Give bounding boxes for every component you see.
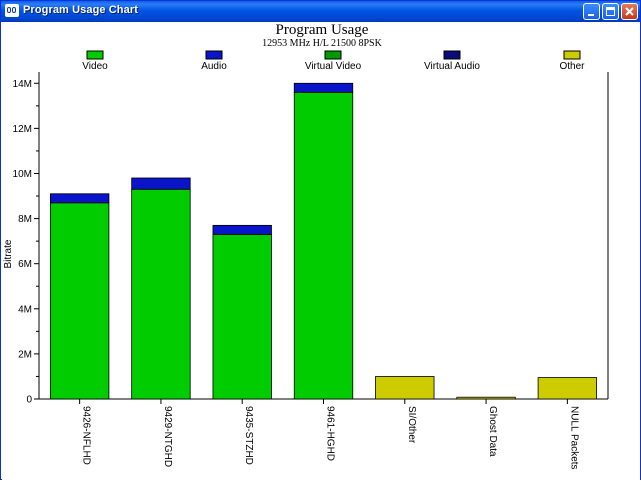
legend-label-virtual-audio: Virtual Audio — [424, 61, 480, 72]
legend-swatch-virtual-video — [324, 50, 342, 60]
title-bar[interactable]: Program Usage Chart — [1, 1, 640, 22]
chart-title: Program Usage — [276, 22, 369, 38]
bar-video — [212, 233, 272, 400]
bar-other — [537, 377, 598, 400]
x-tick-label: NULL Packets — [568, 406, 579, 470]
bar-video — [49, 202, 110, 400]
plot-area: 0 2M 4M 6M 8M 10M 12M 14M 9426-NFLHD 9429-NTGHD 94… — [13, 72, 609, 470]
maximize-button[interactable] — [602, 3, 619, 20]
chart-window: Program Usage Chart Program Usage 12953 … — [0, 0, 641, 480]
minimize-button[interactable] — [583, 3, 600, 20]
y-tick-label: 2M — [18, 349, 32, 360]
legend: Video Audio Virtual Video Virtual Audio Othe… — [82, 50, 585, 72]
minimize-icon — [588, 14, 594, 16]
x-tick-label: SI/Other — [406, 406, 417, 444]
bar-other — [375, 376, 435, 400]
y-tick-label: 8M — [18, 214, 32, 225]
chart-subtitle: 12953 MHz H/L 21500 8PSK — [262, 38, 382, 49]
bar-other — [456, 396, 516, 400]
bar-audio — [212, 224, 272, 235]
x-tick-label: 9461-HGHD — [325, 406, 336, 461]
bar-video — [131, 188, 191, 400]
chart-area: Program Usage 12953 MHz H/L 21500 8PSK V… — [2, 22, 640, 480]
app-icon — [5, 4, 19, 17]
close-icon — [625, 7, 634, 16]
y-tick-label: 10M — [13, 169, 32, 180]
legend-label-other: Other — [559, 61, 585, 72]
close-button[interactable] — [621, 3, 638, 20]
maximize-icon — [606, 7, 615, 16]
bar-audio — [293, 82, 354, 93]
legend-label-video: Video — [82, 61, 108, 72]
bar-video — [293, 91, 354, 400]
x-tick-label: Ghost Data — [487, 406, 498, 457]
y-tick-label: 4M — [18, 304, 32, 315]
y-tick-label: 0 — [26, 395, 32, 406]
x-tick-label: 9435-STZHD — [243, 406, 254, 465]
legend-swatch-video — [86, 50, 104, 60]
program-usage-chart: Program Usage 12953 MHz H/L 21500 8PSK V… — [3, 22, 609, 470]
legend-label-audio: Audio — [201, 61, 227, 72]
bar-audio — [131, 177, 191, 190]
legend-swatch-other — [563, 50, 581, 60]
x-tick-label: 9426-NFLHD — [81, 406, 92, 465]
legend-label-virtual-video: Virtual Video — [305, 61, 362, 72]
window-title: Program Usage Chart — [23, 4, 138, 16]
x-tick-label: 9429-NTGHD — [162, 406, 173, 467]
bar-audio — [49, 193, 110, 204]
y-axis-label: Bitrate — [3, 239, 14, 268]
y-tick-label: 6M — [18, 259, 32, 270]
y-tick-label: 14M — [13, 79, 32, 90]
y-tick-label: 12M — [13, 124, 32, 135]
legend-swatch-virtual-audio — [443, 50, 461, 60]
legend-swatch-audio — [205, 50, 223, 60]
